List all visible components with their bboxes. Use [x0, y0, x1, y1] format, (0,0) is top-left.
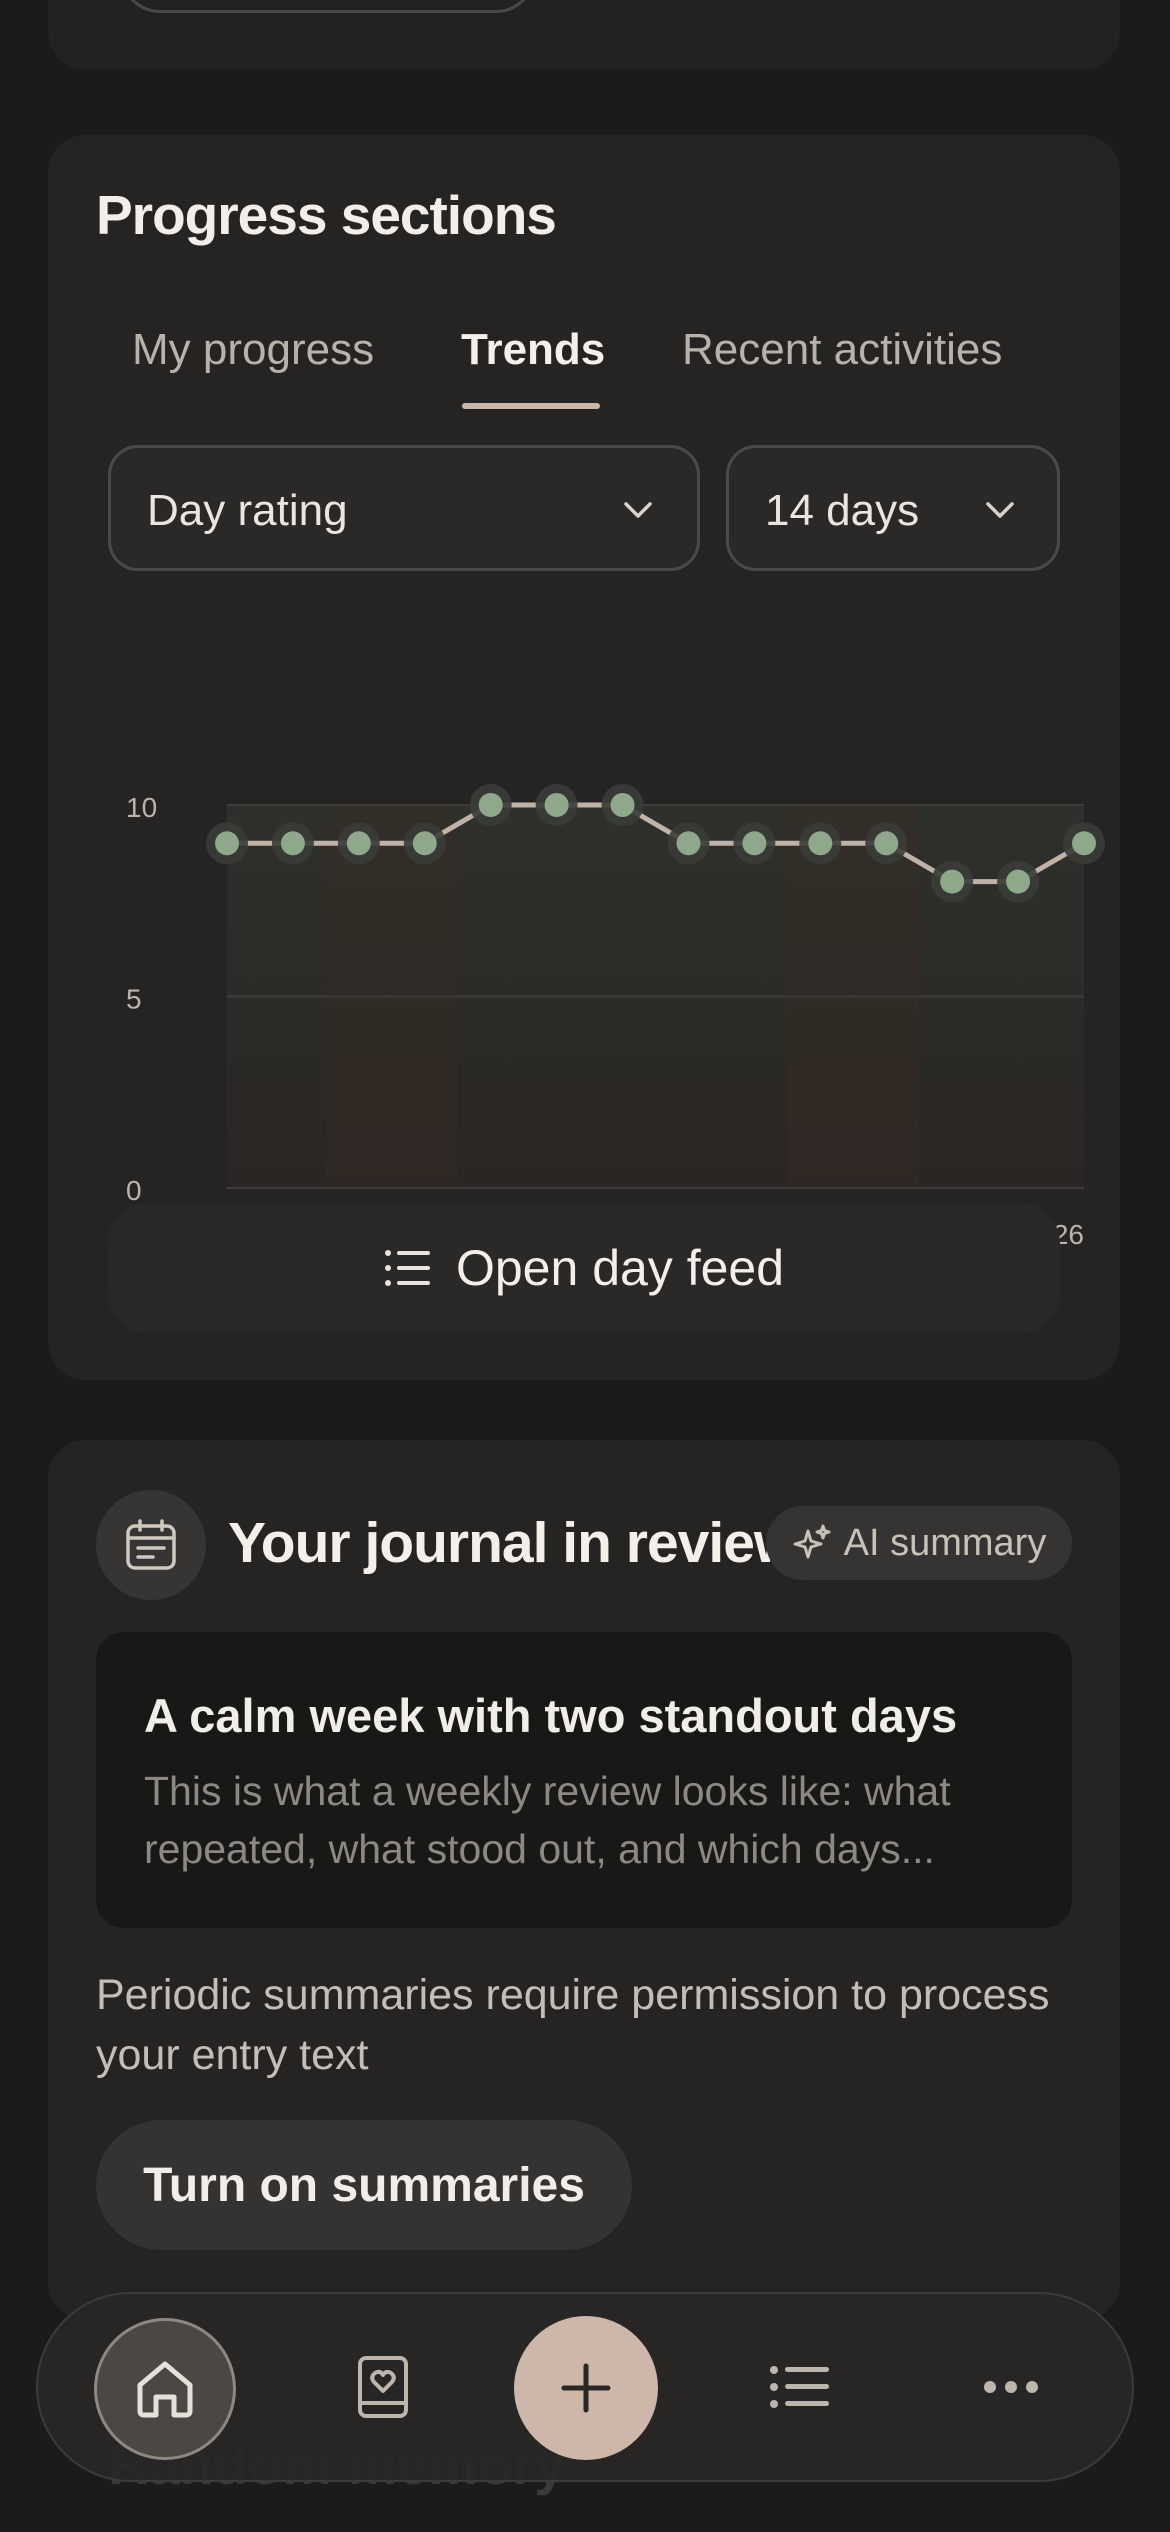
data-point[interactable] — [337, 822, 380, 865]
tab-trends[interactable]: Trends — [461, 325, 605, 375]
open-day-feed-button[interactable]: Open day feed — [108, 1203, 1060, 1333]
y-tick-label: 0 — [126, 1175, 142, 1206]
nav-list[interactable] — [754, 2342, 844, 2432]
list-icon — [384, 1250, 430, 1286]
range-select-value: 14 days — [765, 486, 920, 535]
data-point[interactable] — [206, 822, 248, 865]
permission-text: Periodic summaries require permission to… — [96, 1971, 1050, 2079]
y-tick-label: 10 — [126, 792, 157, 823]
calendar-icon-badge — [96, 1490, 206, 1600]
bottom-nav — [36, 2292, 1134, 2482]
tab-my-progress[interactable]: My progress — [132, 325, 374, 375]
range-select[interactable]: 14 days — [726, 445, 1060, 571]
summary-title: A calm week with two standout days — [144, 1689, 958, 1742]
data-point[interactable] — [667, 822, 710, 865]
metric-select[interactable]: Day rating — [108, 445, 700, 571]
summary-preview[interactable]: A calm week with two standout days This … — [96, 1632, 1072, 1928]
calendar-icon — [126, 1519, 176, 1570]
chevron-down-icon — [624, 502, 652, 518]
data-point[interactable] — [733, 822, 776, 865]
ai-summary-badge: AI summary — [766, 1506, 1072, 1580]
nav-home[interactable] — [94, 2318, 236, 2460]
turn-on-summaries-label: Turn on summaries — [143, 2158, 585, 2212]
ai-summary-label: AI summary — [843, 1521, 1047, 1564]
data-point[interactable] — [1063, 822, 1105, 865]
data-point[interactable] — [535, 784, 578, 826]
summary-body: This is what a weekly review looks like:… — [144, 1768, 951, 1872]
data-point[interactable] — [601, 784, 644, 826]
more-icon — [984, 2381, 1038, 2393]
data-point[interactable] — [799, 822, 842, 865]
nav-more[interactable] — [966, 2342, 1056, 2432]
chevron-down-icon — [986, 502, 1014, 518]
progress-sections-card: Progress sections My progress Trends Rec… — [48, 135, 1120, 1380]
data-point[interactable] — [931, 860, 974, 903]
metric-select-value: Day rating — [147, 486, 348, 535]
data-point[interactable] — [403, 822, 446, 865]
section-title: Progress sections — [96, 184, 557, 246]
nav-journal[interactable] — [338, 2342, 428, 2432]
open-day-feed-label: Open day feed — [455, 1240, 785, 1296]
sparkle-icon — [793, 1524, 831, 1559]
turn-on-summaries-button[interactable]: Turn on summaries — [96, 2120, 632, 2250]
nav-add-entry[interactable] — [514, 2316, 658, 2460]
journal-review-card: Your journal in review AI summary A calm… — [48, 1440, 1120, 2320]
review-title: Your journal in review — [228, 1511, 798, 1575]
journal-icon — [358, 2356, 408, 2418]
previous-card-button[interactable] — [120, 0, 536, 13]
list-icon — [770, 2366, 829, 2408]
home-icon — [137, 2361, 193, 2418]
data-point[interactable] — [997, 860, 1040, 903]
active-tab-indicator — [462, 403, 600, 409]
tab-recent-activities[interactable]: Recent activities — [682, 325, 1002, 375]
plus-icon — [561, 2363, 611, 2413]
data-point[interactable] — [469, 784, 512, 826]
y-tick-label: 5 — [126, 984, 142, 1015]
day-rating-chart: 0510 August 13August 19August 26 — [126, 784, 1105, 1250]
previous-card — [48, 0, 1120, 70]
data-point[interactable] — [865, 822, 908, 865]
data-point[interactable] — [271, 822, 314, 865]
